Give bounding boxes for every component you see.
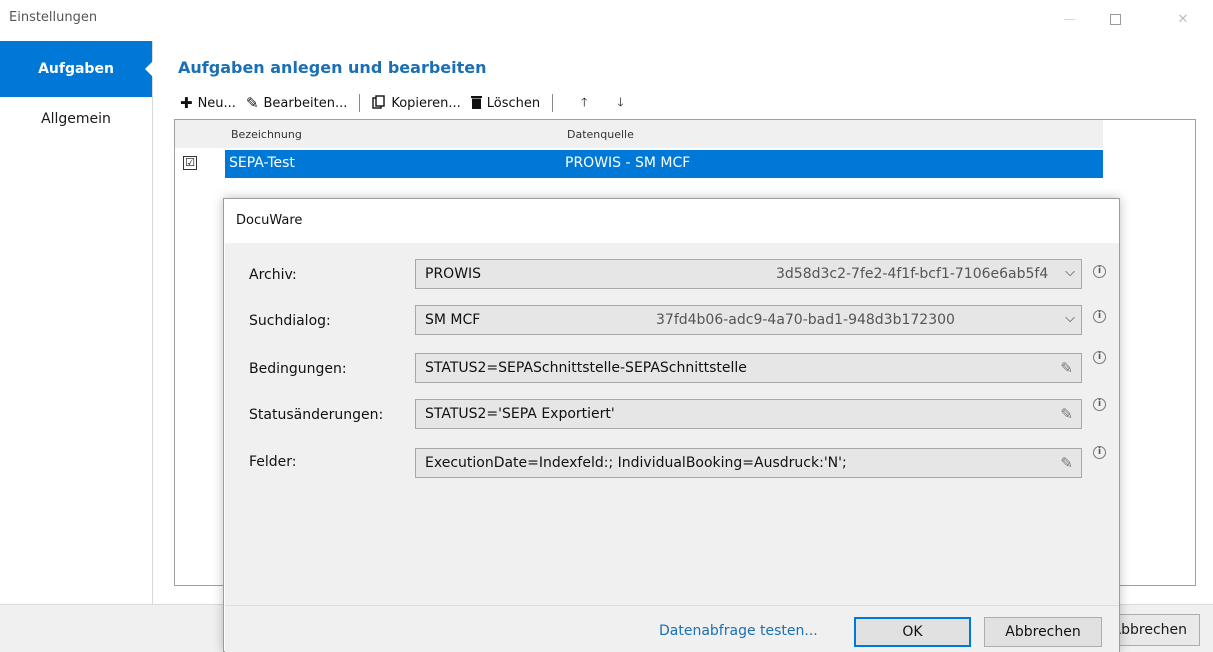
pencil-icon[interactable]: ✎: [1060, 454, 1073, 472]
dialog-footer: Datenabfrage testen... OK Abbrechen: [225, 605, 1119, 652]
statusaenderungen-value: STATUS2='SEPA Exportiert': [425, 406, 615, 422]
archiv-info-icon[interactable]: i: [1093, 265, 1106, 278]
settings-cancel-button[interactable]: Abbrechen: [1106, 614, 1200, 646]
copy-button[interactable]: Kopieren...: [372, 94, 461, 112]
edit-button-label: Bearbeiten...: [263, 95, 348, 111]
statusaenderungen-label: Statusänderungen:: [249, 407, 384, 423]
statusaenderungen-info-icon[interactable]: i: [1093, 398, 1106, 411]
dialog-body: Archiv: PROWIS 3d58d3c2-7fe2-4f1f-bcf1-7…: [225, 243, 1119, 605]
toolbar-separator: [359, 94, 361, 112]
row-checkbox[interactable]: ☑: [183, 156, 197, 170]
close-icon: ✕: [1177, 11, 1189, 27]
suchdialog-guid: 37fd4b06-adc9-4a70-bad1-948d3b172300: [656, 312, 955, 328]
trash-icon: [470, 95, 482, 112]
maximize-icon: [1109, 13, 1121, 25]
window-title: Einstellungen: [9, 10, 98, 25]
bedingungen-value: STATUS2=SEPASchnittstelle-SEPASchnittste…: [425, 360, 747, 376]
close-button[interactable]: ✕: [1160, 6, 1206, 32]
row-selection: SEPA-Test PROWIS - SM MCF: [225, 150, 1103, 178]
bedingungen-field[interactable]: STATUS2=SEPASchnittstelle-SEPASchnittste…: [415, 353, 1082, 383]
column-header-datenquelle[interactable]: Datenquelle: [567, 128, 634, 141]
chevron-down-icon: ⌵: [1065, 311, 1075, 326]
felder-label: Felder:: [249, 454, 297, 470]
delete-button[interactable]: Löschen: [470, 95, 541, 112]
felder-value: ExecutionDate=Indexfeld:; IndividualBook…: [425, 455, 847, 471]
sidebar-item-label: Allgemein: [41, 111, 111, 127]
grid-header: Bezeichnung Datenquelle: [175, 120, 1103, 148]
archiv-label: Archiv:: [249, 267, 297, 283]
archiv-select[interactable]: PROWIS 3d58d3c2-7fe2-4f1f-bcf1-7106e6ab5…: [415, 259, 1082, 289]
pencil-icon: ✎: [245, 93, 259, 112]
edit-button[interactable]: ✎ Bearbeiten...: [245, 93, 348, 112]
archiv-guid: 3d58d3c2-7fe2-4f1f-bcf1-7106e6ab5f4: [776, 266, 1049, 282]
pencil-icon[interactable]: ✎: [1060, 359, 1073, 377]
new-button[interactable]: ✚ Neu...: [180, 93, 236, 112]
column-header-bezeichnung[interactable]: Bezeichnung: [231, 128, 302, 141]
bedingungen-info-icon[interactable]: i: [1093, 351, 1106, 364]
bedingungen-label: Bedingungen:: [249, 361, 347, 377]
suchdialog-value: SM MCF: [425, 312, 481, 328]
minimize-button[interactable]: [1046, 6, 1092, 32]
felder-field[interactable]: ExecutionDate=Indexfeld:; IndividualBook…: [415, 448, 1082, 478]
cancel-button-label: Abbrechen: [1005, 624, 1081, 640]
sidebar: Aufgaben Allgemein: [0, 41, 153, 604]
pencil-icon[interactable]: ✎: [1060, 405, 1073, 423]
cell-source: PROWIS - SM MCF: [565, 155, 691, 171]
page-title: Aufgaben anlegen und bearbeiten: [178, 58, 487, 77]
dialog-title: DocuWare: [236, 213, 303, 228]
suchdialog-info-icon[interactable]: i: [1093, 310, 1106, 323]
new-button-label: Neu...: [197, 95, 236, 111]
chevron-down-icon: ⌵: [1065, 265, 1075, 280]
plus-icon: ✚: [180, 93, 193, 112]
delete-button-label: Löschen: [486, 95, 541, 111]
cell-name: SEPA-Test: [229, 155, 295, 171]
sidebar-item-aufgaben[interactable]: Aufgaben: [0, 41, 153, 97]
ok-button[interactable]: OK: [854, 617, 971, 647]
minimize-icon: [1063, 18, 1075, 20]
suchdialog-label: Suchdialog:: [249, 313, 331, 329]
toolbar-separator: [552, 94, 554, 112]
toolbar: ✚ Neu... ✎ Bearbeiten... Kopieren... Lös…: [180, 92, 638, 114]
statusaenderungen-field[interactable]: STATUS2='SEPA Exportiert' ✎: [415, 399, 1082, 429]
sidebar-item-allgemein[interactable]: Allgemein: [0, 105, 152, 133]
copy-icon: [372, 94, 386, 112]
cancel-button[interactable]: Abbrechen: [984, 617, 1102, 647]
docuware-dialog: DocuWare Archiv: PROWIS 3d58d3c2-7fe2-4f…: [223, 198, 1120, 652]
suchdialog-select[interactable]: SM MCF 37fd4b06-adc9-4a70-bad1-948d3b172…: [415, 305, 1082, 335]
ok-button-label: OK: [902, 624, 923, 640]
test-query-link[interactable]: Datenabfrage testen...: [659, 623, 818, 639]
table-row[interactable]: ☑ SEPA-Test PROWIS - SM MCF: [175, 150, 1103, 178]
settings-cancel-label: Abbrechen: [1111, 622, 1187, 638]
maximize-button[interactable]: [1092, 6, 1138, 32]
window-title-bar: Einstellungen ✕: [0, 0, 1213, 36]
archiv-value: PROWIS: [425, 266, 482, 282]
move-down-button[interactable]: 🡓: [617, 93, 623, 114]
copy-button-label: Kopieren...: [391, 95, 461, 111]
sidebar-item-label: Aufgaben: [38, 61, 114, 77]
move-up-button[interactable]: 🡑: [581, 93, 587, 114]
felder-info-icon[interactable]: i: [1093, 446, 1106, 459]
